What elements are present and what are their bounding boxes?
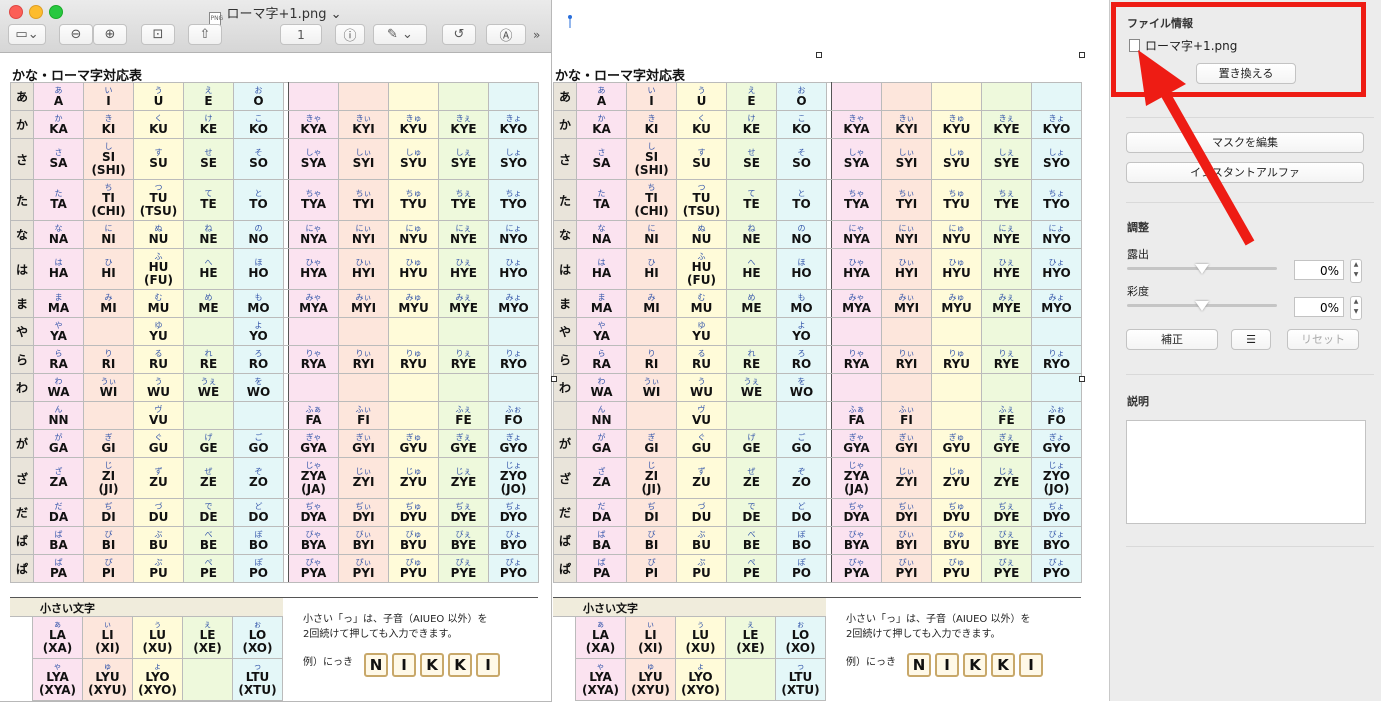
annotation-arrow-icon	[1138, 50, 1255, 246]
